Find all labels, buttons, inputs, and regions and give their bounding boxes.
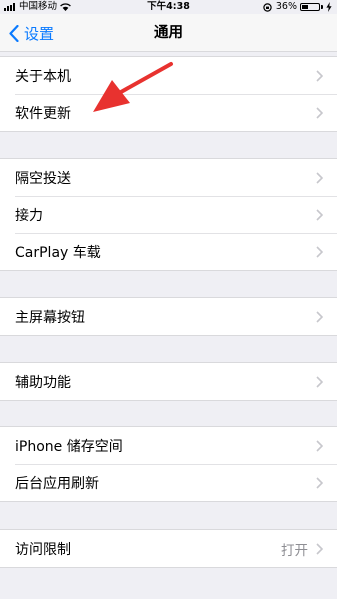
list-item-about[interactable]: 关于本机	[0, 57, 337, 94]
chevron-right-icon	[316, 245, 323, 258]
list-item-label: 后台应用刷新	[15, 475, 99, 492]
chevron-right-icon	[316, 171, 323, 184]
settings-group-storage: iPhone 储存空间 后台应用刷新	[0, 426, 337, 502]
list-item-handoff[interactable]: 接力	[0, 196, 337, 233]
list-item-iphone-storage[interactable]: iPhone 储存空间	[0, 427, 337, 464]
battery-icon	[300, 3, 320, 11]
navigation-bar: 设置 通用	[0, 14, 337, 52]
list-item-label: 接力	[15, 207, 43, 224]
chevron-right-icon	[316, 208, 323, 221]
status-right: 36%	[263, 0, 332, 14]
list-item-background-app-refresh[interactable]: 后台应用刷新	[0, 464, 337, 501]
status-bar: 中国移动 下午4:38 36%	[0, 0, 337, 14]
list-item-home-button[interactable]: 主屏幕按钮	[0, 298, 337, 335]
settings-group-continuity: 隔空投送 接力 CarPlay 车载	[0, 158, 337, 271]
list-item-label: 软件更新	[15, 105, 71, 122]
list-item-label: 关于本机	[15, 68, 71, 85]
list-item-airdrop[interactable]: 隔空投送	[0, 159, 337, 196]
battery-level	[302, 5, 308, 9]
page-title: 通用	[154, 25, 183, 41]
list-item-label: 辅助功能	[15, 374, 71, 391]
list-item-software-update[interactable]: 软件更新	[0, 94, 337, 131]
orientation-lock-icon	[263, 2, 272, 12]
chevron-right-icon	[316, 106, 323, 119]
list-item-label: iPhone 储存空间	[15, 438, 123, 455]
battery-tip	[321, 5, 323, 9]
list-item-accessibility[interactable]: 辅助功能	[0, 363, 337, 400]
settings-group-restrictions: 访问限制 打开	[0, 529, 337, 568]
chevron-right-icon	[316, 542, 323, 555]
list-item-label: CarPlay 车载	[15, 244, 101, 261]
settings-group-about: 关于本机 软件更新	[0, 56, 337, 132]
chevron-right-icon	[316, 476, 323, 489]
settings-group-accessibility: 辅助功能	[0, 362, 337, 401]
settings-group-home-button: 主屏幕按钮	[0, 297, 337, 336]
list-item-label: 主屏幕按钮	[15, 309, 85, 326]
battery-percent: 36%	[275, 1, 297, 12]
list-item-label: 隔空投送	[15, 170, 71, 187]
chevron-right-icon	[316, 375, 323, 388]
list-item-label: 访问限制	[15, 541, 71, 558]
charging-bolt-icon	[326, 2, 332, 12]
chevron-right-icon	[316, 310, 323, 323]
list-item-value: 打开	[281, 542, 308, 559]
list-item-restrictions[interactable]: 访问限制 打开	[0, 530, 337, 567]
chevron-right-icon	[316, 69, 323, 82]
list-item-carplay[interactable]: CarPlay 车载	[0, 233, 337, 270]
chevron-right-icon	[316, 439, 323, 452]
